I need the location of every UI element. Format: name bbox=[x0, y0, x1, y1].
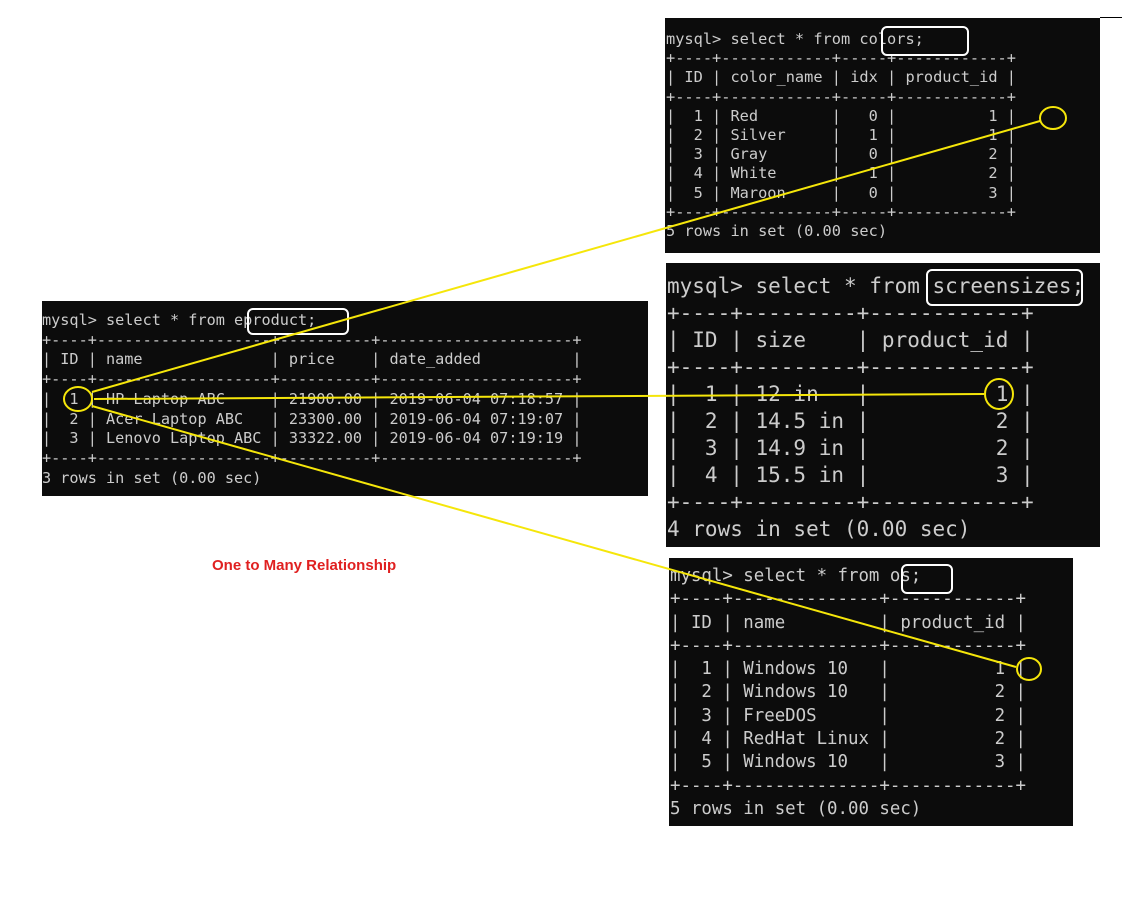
os-command: mysql> select * from os; bbox=[670, 566, 922, 586]
eproduct-line: | 3 | Lenovo Laptop ABC | 33322.00 | 201… bbox=[42, 429, 582, 448]
screensizes-line: 4 rows in set (0.00 sec) bbox=[667, 517, 971, 541]
colors-line: | ID | color_name | idx | product_id | bbox=[666, 68, 1016, 87]
eproduct-table-name-box bbox=[247, 308, 349, 335]
os-line: +----+--------------+------------+ bbox=[670, 775, 1026, 796]
colors-line: +----+------------+-----+------------+ bbox=[666, 202, 1016, 221]
os-line: +----+--------------+------------+ bbox=[670, 589, 1026, 610]
colors-line: | 1 | Red | 0 | 1 | bbox=[666, 106, 1016, 125]
colors-terminal: mysql> select * from colors; +----+------… bbox=[665, 18, 1100, 253]
eproduct-line: +----+-------------------+----------+---… bbox=[42, 448, 582, 467]
colors-line: | 5 | Maroon | 0 | 3 | bbox=[666, 183, 1016, 202]
colors-line: +----+------------+-----+------------+ bbox=[666, 87, 1016, 106]
screensizes-line: | 1 | 12 in | 1 | bbox=[667, 382, 1034, 406]
screensizes-table-name-box bbox=[926, 269, 1083, 306]
os-terminal: mysql> select * from os; +----+----------… bbox=[669, 558, 1073, 826]
colors-table-name-box bbox=[881, 26, 969, 56]
eproduct-line: | 2 | Acer Laptop ABC | 23300.00 | 2019-… bbox=[42, 409, 582, 428]
eproduct-line: | 1 | HP Laptop ABC | 21900.00 | 2019-06… bbox=[42, 389, 582, 408]
screensizes-line: +----+---------+------------+ bbox=[667, 355, 1034, 379]
colors-line: | 2 | Silver | 1 | 1 | bbox=[666, 126, 1016, 145]
os-line: 5 rows in set (0.00 sec) bbox=[670, 798, 922, 819]
os-line: +----+--------------+------------+ bbox=[670, 635, 1026, 656]
screensizes-terminal: mysql> select * from screensizes; +----+-… bbox=[666, 263, 1100, 547]
screensizes-line: | 2 | 14.5 in | 2 | bbox=[667, 409, 1034, 433]
eproduct-line: | ID | name | price | date_added | bbox=[42, 350, 582, 369]
screensizes-line: | 4 | 15.5 in | 3 | bbox=[667, 463, 1034, 487]
os-line: | 3 | FreeDOS | 2 | bbox=[670, 705, 1026, 726]
colors-line: | 4 | White | 1 | 2 | bbox=[666, 164, 1016, 183]
screensizes-line: +----+---------+------------+ bbox=[667, 490, 1034, 514]
os-line: | 5 | Windows 10 | 3 | bbox=[670, 752, 1026, 773]
os-line: | ID | name | product_id | bbox=[670, 612, 1026, 633]
diagram-caption: One to Many Relationship bbox=[212, 557, 397, 574]
os-output: mysql> select * from os; +----+----------… bbox=[669, 558, 1073, 821]
top-rule bbox=[1100, 17, 1122, 18]
screensizes-line: | ID | size | product_id | bbox=[667, 328, 1034, 352]
os-line: | 1 | Windows 10 | 1 | bbox=[670, 659, 1026, 680]
colors-line: | 3 | Gray | 0 | 2 | bbox=[666, 145, 1016, 164]
colors-line: 5 rows in set (0.00 sec) bbox=[666, 222, 888, 241]
os-line: | 4 | RedHat Linux | 2 | bbox=[670, 729, 1026, 750]
eproduct-terminal: mysql> select * from eproduct; +----+----… bbox=[42, 301, 648, 496]
eproduct-line: +----+-------------------+----------+---… bbox=[42, 370, 582, 389]
eproduct-line: 3 rows in set (0.00 sec) bbox=[42, 468, 262, 487]
screensizes-line: | 3 | 14.9 in | 2 | bbox=[667, 436, 1034, 460]
os-table-name-box bbox=[901, 564, 953, 594]
os-line: | 2 | Windows 10 | 2 | bbox=[670, 682, 1026, 703]
